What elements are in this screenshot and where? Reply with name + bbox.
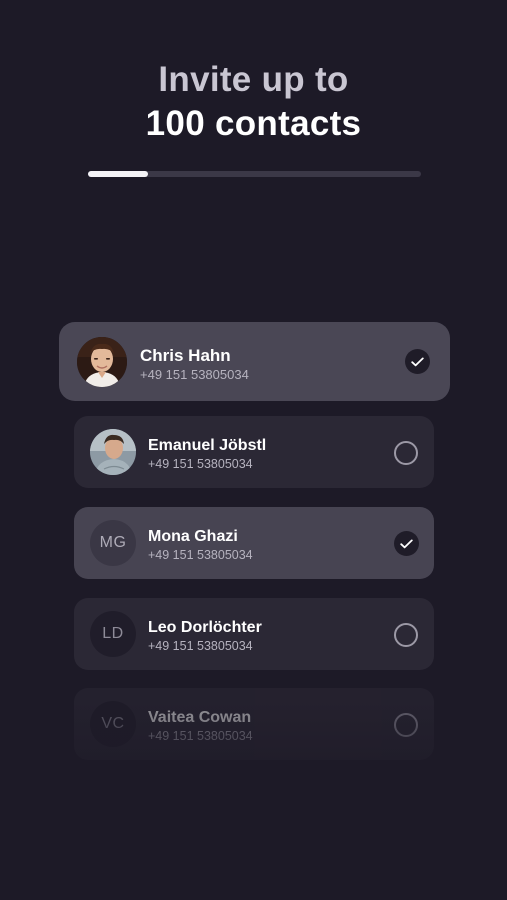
empty-circle-icon[interactable]: [394, 623, 418, 647]
checkmark-glyph-icon: [411, 357, 424, 366]
avatar-initials: LD: [90, 611, 136, 657]
empty-circle-icon[interactable]: [394, 441, 418, 465]
page-title: Invite up to 100 contacts: [0, 58, 507, 146]
avatar-photo-icon: [77, 337, 127, 387]
contact-card[interactable]: LD Leo Dorlöchter +49 151 53805034: [74, 598, 434, 670]
contact-name: Chris Hahn: [140, 346, 231, 365]
contact-card-selected[interactable]: MG Mona Ghazi +49 151 53805034: [74, 507, 434, 579]
checkmark-icon[interactable]: [405, 349, 430, 374]
checkmark-icon[interactable]: [394, 531, 419, 556]
contact-name: Leo Dorlöchter: [148, 619, 262, 636]
contact-phone: +49 151 53805034: [148, 729, 253, 743]
invite-contacts-screen: Invite up to 100 contacts Chris Hahn +49…: [0, 0, 507, 900]
contact-phone: +49 151 53805034: [148, 457, 253, 471]
empty-circle-icon[interactable]: [394, 713, 418, 737]
avatar: [77, 337, 127, 387]
contact-phone: +49 151 53805034: [140, 367, 249, 382]
avatar: [90, 429, 136, 475]
contact-name: Mona Ghazi: [148, 528, 238, 545]
contact-card[interactable]: Emanuel Jöbstl +49 151 53805034: [74, 416, 434, 488]
contact-name: Vaitea Cowan: [148, 709, 252, 726]
contact-name: Emanuel Jöbstl: [148, 437, 267, 454]
checkmark-glyph-icon: [400, 539, 413, 548]
title-line-1: Invite up to: [158, 60, 349, 99]
title-line-2: 100 contacts: [145, 104, 362, 143]
avatar-photo-icon: [90, 429, 136, 475]
contact-card-selected[interactable]: Chris Hahn +49 151 53805034: [59, 322, 450, 401]
avatar-initials: MG: [90, 520, 136, 566]
contact-phone: +49 151 53805034: [148, 548, 253, 562]
progress-bar: [88, 171, 421, 177]
contact-phone: +49 151 53805034: [148, 639, 253, 653]
progress-bar-fill: [88, 171, 148, 177]
contact-card[interactable]: VC Vaitea Cowan +49 151 53805034: [74, 688, 434, 760]
avatar-initials: VC: [90, 701, 136, 747]
